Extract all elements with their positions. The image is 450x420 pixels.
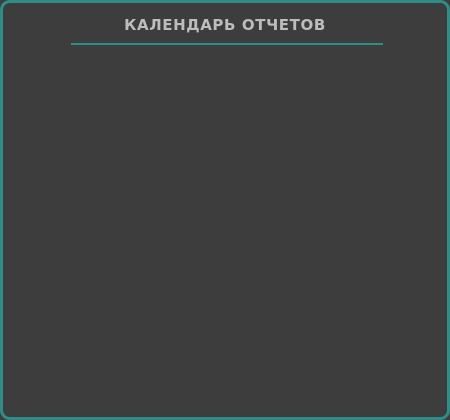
reports-calendar-panel: КАЛЕНДАРЬ ОТЧЕТОВ: [0, 0, 450, 420]
title-divider: [71, 43, 383, 45]
panel-title: КАЛЕНДАРЬ ОТЧЕТОВ: [124, 16, 326, 34]
calendar-content-area: [3, 47, 447, 417]
